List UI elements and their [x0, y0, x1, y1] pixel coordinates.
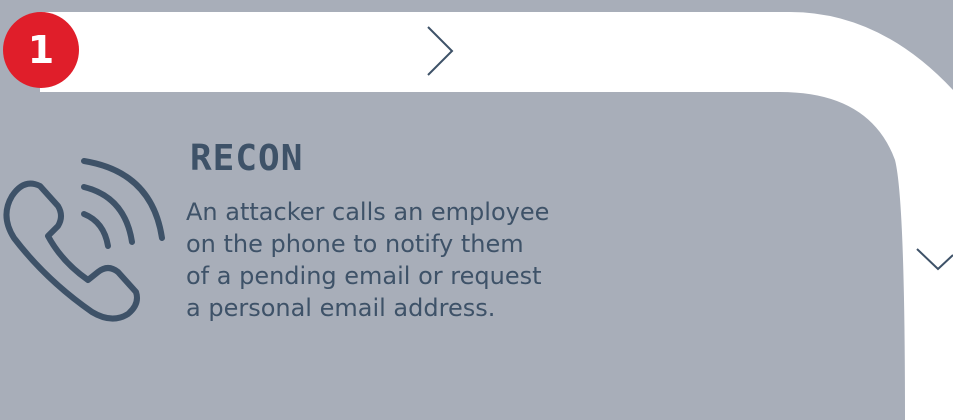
phone-ringing-icon [3, 158, 165, 322]
step-panel: 1 RECON An attacker calls an employee on… [0, 0, 953, 420]
step-number-badge: 1 [3, 12, 79, 88]
description-line: An attacker calls an employee [186, 198, 550, 226]
description-line: on the phone to notify them [186, 230, 524, 258]
step-description: An attacker calls an employee on the pho… [186, 196, 606, 324]
description-line: a personal email address. [186, 294, 496, 322]
description-line: of a pending email or request [186, 262, 542, 290]
step-title: RECON [190, 138, 304, 179]
